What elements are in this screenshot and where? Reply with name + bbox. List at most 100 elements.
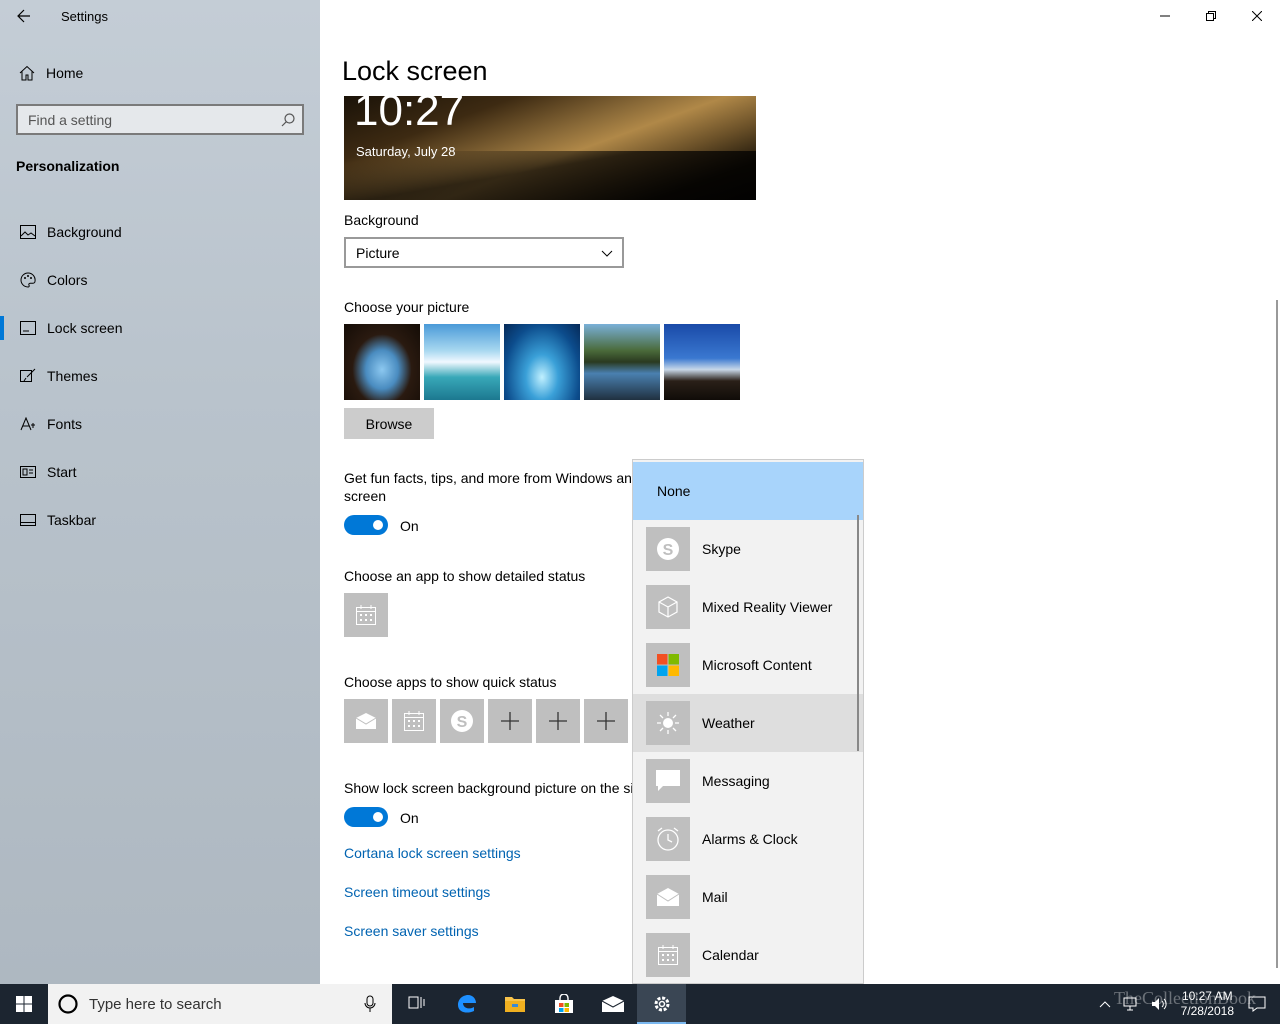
search-icon[interactable] xyxy=(281,112,295,127)
sidebar-item-label: Themes xyxy=(47,368,98,384)
flyout-item-messaging[interactable]: Messaging xyxy=(633,752,863,810)
picture-thumbnail[interactable] xyxy=(584,324,660,400)
palette-icon xyxy=(20,272,36,288)
fun-facts-label: Get fun facts, tips, and more from Windo… xyxy=(344,470,640,486)
flyout-item-label: Mail xyxy=(702,889,728,905)
screen-timeout-link[interactable]: Screen timeout settings xyxy=(344,884,490,900)
flyout-item-weather[interactable]: Weather xyxy=(633,694,863,752)
sidebar-item-themes[interactable]: Themes xyxy=(0,352,320,400)
windows-logo-icon xyxy=(16,996,32,1012)
sidebar-item-label: Background xyxy=(47,224,122,240)
taskbar-search[interactable]: Type here to search xyxy=(48,984,392,1024)
add-quick-status-button[interactable] xyxy=(584,699,628,743)
skype-icon: S xyxy=(451,710,473,732)
page-scrollbar[interactable] xyxy=(1276,300,1278,968)
picture-thumbnail[interactable] xyxy=(424,324,500,400)
show-bg-toggle[interactable] xyxy=(344,807,388,827)
sidebar: Settings Home Personalization Background… xyxy=(0,0,320,984)
sidebar-item-lock-screen[interactable]: Lock screen xyxy=(0,304,320,352)
fun-facts-label-cont: screen xyxy=(344,488,387,504)
app-title: Settings xyxy=(61,9,108,24)
plus-icon xyxy=(549,712,567,730)
quick-status-app-calendar[interactable] xyxy=(392,699,436,743)
task-view-button[interactable] xyxy=(392,984,441,1024)
start-icon xyxy=(19,466,36,478)
background-dropdown[interactable]: Picture xyxy=(344,237,624,268)
back-button[interactable] xyxy=(10,4,38,28)
flyout-scrollbar[interactable] xyxy=(857,515,859,751)
settings-search-input[interactable] xyxy=(18,111,274,128)
svg-text:S: S xyxy=(457,714,468,731)
nav-home[interactable]: Home xyxy=(0,58,320,88)
folder-icon xyxy=(504,997,525,1012)
settings-search[interactable] xyxy=(16,104,304,135)
mail-icon xyxy=(601,996,624,1012)
mail-icon xyxy=(355,713,377,729)
mail-taskbar-button[interactable] xyxy=(588,984,637,1024)
flyout-item-label: Alarms & Clock xyxy=(702,831,798,847)
browse-button[interactable]: Browse xyxy=(344,408,434,439)
file-explorer-button[interactable] xyxy=(490,984,539,1024)
flyout-item-label: None xyxy=(657,483,691,499)
detailed-status-app[interactable] xyxy=(344,593,388,637)
show-hidden-icons-icon[interactable] xyxy=(1099,1000,1111,1008)
edge-button[interactable] xyxy=(441,984,490,1024)
quick-status-label: Choose apps to show quick status xyxy=(344,674,557,690)
picture-thumbnail[interactable] xyxy=(664,324,740,400)
microsoft-logo-icon xyxy=(657,654,679,676)
fun-facts-state: On xyxy=(400,518,419,534)
restore-button[interactable] xyxy=(1188,0,1234,32)
taskbar-icon xyxy=(19,514,36,526)
minimize-button[interactable] xyxy=(1142,0,1188,32)
start-button[interactable] xyxy=(0,984,48,1024)
sidebar-item-taskbar[interactable]: Taskbar xyxy=(0,496,320,544)
background-dropdown-value: Picture xyxy=(356,244,400,261)
nav-list: Background Colors Lock screen Themes Fon… xyxy=(0,208,320,544)
edge-icon xyxy=(457,995,476,1013)
lock-screen-preview: 10:27 Saturday, July 28 xyxy=(344,96,756,200)
settings-taskbar-button[interactable] xyxy=(637,984,686,1024)
picture-thumbnails xyxy=(344,324,740,400)
chevron-down-icon xyxy=(601,250,613,257)
microphone-icon[interactable] xyxy=(364,995,376,1013)
picture-icon xyxy=(19,225,36,239)
taskbar: Type here to search TheCollectionBook 10… xyxy=(0,984,1280,1024)
flyout-item-mixed-reality[interactable]: Mixed Reality Viewer xyxy=(633,578,863,636)
calendar-icon xyxy=(356,605,376,625)
add-quick-status-button[interactable] xyxy=(488,699,532,743)
close-button[interactable] xyxy=(1234,0,1280,32)
back-arrow-icon xyxy=(17,9,30,23)
quick-status-app-mail[interactable] xyxy=(344,699,388,743)
calendar-icon xyxy=(404,711,424,731)
store-button[interactable] xyxy=(539,984,588,1024)
screen-saver-link[interactable]: Screen saver settings xyxy=(344,923,479,939)
flyout-item-calendar[interactable]: Calendar xyxy=(633,926,863,983)
sidebar-item-label: Fonts xyxy=(47,416,83,432)
flyout-item-skype[interactable]: S Skype xyxy=(633,520,863,578)
skype-icon: S xyxy=(657,538,679,560)
flyout-item-label: Weather xyxy=(702,715,755,731)
flyout-item-alarms[interactable]: Alarms & Clock xyxy=(633,810,863,868)
flyout-item-microsoft-content[interactable]: Microsoft Content xyxy=(633,636,863,694)
fun-facts-toggle[interactable] xyxy=(344,515,388,535)
flyout-item-mail[interactable]: Mail xyxy=(633,868,863,926)
quick-status-app-skype[interactable]: S xyxy=(440,699,484,743)
sidebar-item-start[interactable]: Start xyxy=(0,448,320,496)
flyout-item-label: Messaging xyxy=(702,773,770,789)
close-icon xyxy=(1252,11,1262,21)
sidebar-item-fonts[interactable]: Fonts xyxy=(0,400,320,448)
sidebar-item-colors[interactable]: Colors xyxy=(0,256,320,304)
add-quick-status-button[interactable] xyxy=(536,699,580,743)
choose-picture-label: Choose your picture xyxy=(344,299,470,315)
picture-thumbnail[interactable] xyxy=(504,324,580,400)
show-bg-label: Show lock screen background picture on t… xyxy=(344,780,634,796)
chat-icon xyxy=(656,770,680,791)
background-label: Background xyxy=(344,212,419,228)
sidebar-item-background[interactable]: Background xyxy=(0,208,320,256)
picture-thumbnail[interactable] xyxy=(344,324,420,400)
cortana-settings-link[interactable]: Cortana lock screen settings xyxy=(344,845,521,861)
flyout-item-none[interactable]: None xyxy=(633,462,863,520)
page-title: Lock screen xyxy=(342,56,488,86)
system-tray: TheCollectionBook 10:27 AM 7/28/2018 xyxy=(1099,984,1280,1024)
show-bg-state: On xyxy=(400,810,419,826)
